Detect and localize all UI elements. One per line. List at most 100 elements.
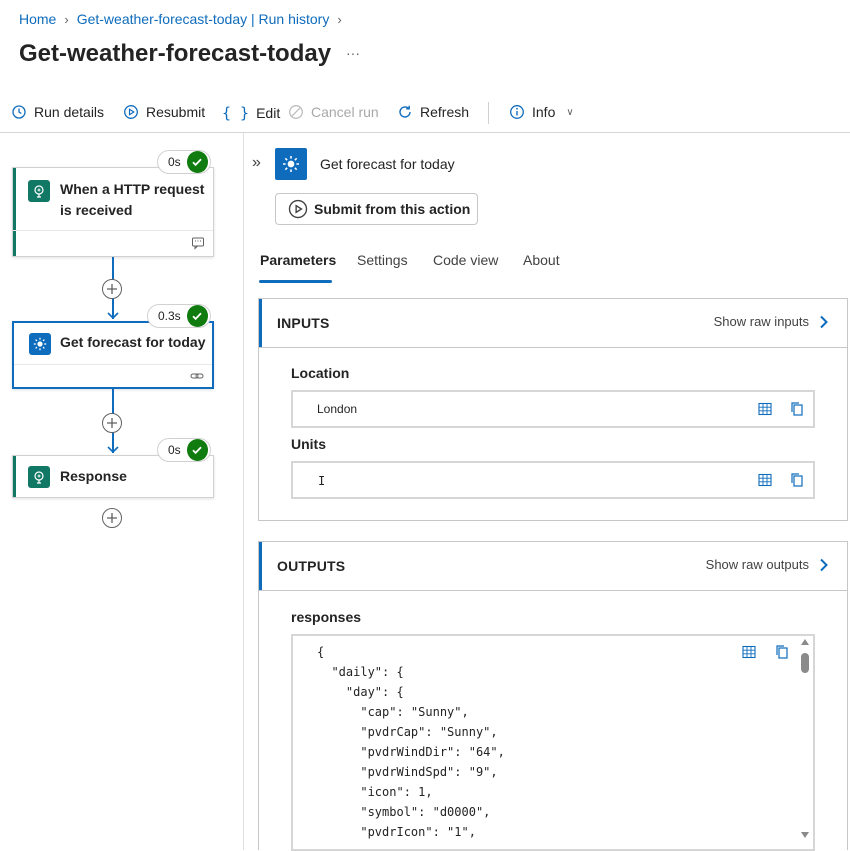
outputs-section-header[interactable]: OUTPUTS Show raw outputs [259,542,847,591]
chevron-right-icon [820,558,828,571]
tab-parameters[interactable]: Parameters [260,252,336,268]
plus-icon [107,284,117,294]
plus-icon [107,513,117,523]
node-footer-divider [13,230,213,231]
duration-label: 0.3s [158,309,181,323]
chevron-down-icon: ∨ [566,106,574,118]
run-details-label: Run details [34,104,105,120]
tab-active-indicator [259,280,332,283]
comment-icon [192,237,204,250]
show-raw-outputs-label: Show raw outputs [705,557,809,572]
resubmit-label: Resubmit [146,104,206,120]
status-badge: 0s [157,150,211,174]
http-request-icon [28,180,50,202]
cancel-run-label: Cancel run [311,104,379,120]
weather-sun-icon [29,333,51,355]
run-details-button[interactable]: Run details [11,104,104,120]
edit-button[interactable]: { } Edit [222,104,280,122]
show-raw-inputs-link[interactable]: Show raw inputs [714,314,829,329]
code-line: "daily": { [317,665,404,679]
resubmit-button[interactable]: Resubmit [123,104,205,120]
add-step-button[interactable] [102,279,122,299]
weather-sun-icon [275,148,307,180]
tab-settings[interactable]: Settings [357,252,408,268]
node-accent-bar [13,456,16,497]
node-accent-bar [13,168,16,256]
scroll-up-arrow-icon[interactable] [801,639,809,645]
chevron-right-icon: › [337,11,342,27]
page-title: Get-weather-forecast-today [19,40,332,67]
arrow-down-icon [107,446,119,454]
breadcrumb-home-link[interactable]: Home [19,11,56,27]
add-step-button[interactable] [102,413,122,433]
code-line: "cap": "Sunny", [317,705,469,719]
flow-node-label: When a HTTP request is received [60,181,205,218]
inputs-section-header[interactable]: INPUTS Show raw inputs [259,299,847,348]
inputs-section: INPUTS Show raw inputs Location London U… [258,298,848,521]
code-line: "pvdrWindDir": "64", [317,745,505,759]
success-check-icon [186,151,208,173]
code-line: { [317,645,325,659]
code-viewer: { "daily": { "day": { "cap": "Sunny", "p… [317,642,505,842]
history-icon [12,105,26,119]
link-icon [190,373,204,379]
add-step-button[interactable] [102,508,122,528]
refresh-button[interactable]: Refresh [397,104,469,120]
info-button[interactable]: Info ∨ [509,104,574,120]
tab-code-view[interactable]: Code view [433,252,498,268]
scroll-down-arrow-icon[interactable] [801,832,809,838]
collapse-panel-button[interactable]: » [252,154,261,172]
info-icon [510,105,524,119]
section-accent-bar [259,299,262,347]
response-icon [28,466,50,488]
outputs-title: OUTPUTS [277,558,346,574]
flow-node-http-trigger[interactable]: When a HTTP request is received [12,167,214,257]
flow-node-label: Response [60,468,127,484]
success-check-icon [186,305,208,327]
status-badge: 0.3s [147,304,211,328]
code-line: "day": { [317,685,404,699]
cancel-icon [289,105,303,119]
code-line: "symbol": "d0000", [317,805,491,819]
units-label: Units [291,436,326,452]
breadcrumb: Home › Get-weather-forecast-today | Run … [19,11,350,27]
responses-code-box[interactable]: { "daily": { "day": { "cap": "Sunny", "p… [291,634,815,851]
more-options-button[interactable]: ··· [346,45,360,61]
location-label: Location [291,365,350,381]
tab-about[interactable]: About [523,252,560,268]
inputs-title: INPUTS [277,315,330,331]
chevron-right-icon [820,315,828,328]
node-footer-divider [14,364,212,365]
units-value: I [318,474,326,488]
copy-icon[interactable] [774,644,790,660]
flow-node-get-forecast[interactable]: Get forecast for today [12,321,214,389]
table-view-icon[interactable] [741,644,757,660]
show-raw-outputs-link[interactable]: Show raw outputs [706,557,829,572]
code-line: "pvdrIcon": "1", [317,825,476,839]
duration-label: 0s [168,443,181,457]
status-badge: 0s [157,438,211,462]
units-field[interactable]: I [291,461,815,499]
success-check-icon [186,439,208,461]
info-label: Info [532,104,556,120]
braces-icon: { } [222,104,250,122]
refresh-icon [399,105,411,118]
code-line: "icon": 1, [317,785,433,799]
breadcrumb-run-history-link[interactable]: Get-weather-forecast-today | Run history [77,11,330,27]
submit-from-action-label: Submit from this action [314,201,471,217]
plus-icon [107,418,117,428]
cancel-run-button[interactable]: Cancel run [288,104,379,120]
scrollbar-thumb[interactable] [801,653,809,673]
copy-icon[interactable] [789,401,805,417]
refresh-label: Refresh [420,104,470,120]
location-field[interactable]: London [291,390,815,428]
code-scrollbar[interactable] [799,636,811,849]
arrow-down-icon [107,312,119,320]
edit-label: Edit [256,105,281,121]
table-view-icon[interactable] [757,472,773,488]
table-view-icon[interactable] [757,401,773,417]
location-value: London [317,402,358,416]
show-raw-inputs-label: Show raw inputs [713,314,809,329]
submit-from-action-button[interactable]: Submit from this action [275,193,478,225]
copy-icon[interactable] [789,472,805,488]
